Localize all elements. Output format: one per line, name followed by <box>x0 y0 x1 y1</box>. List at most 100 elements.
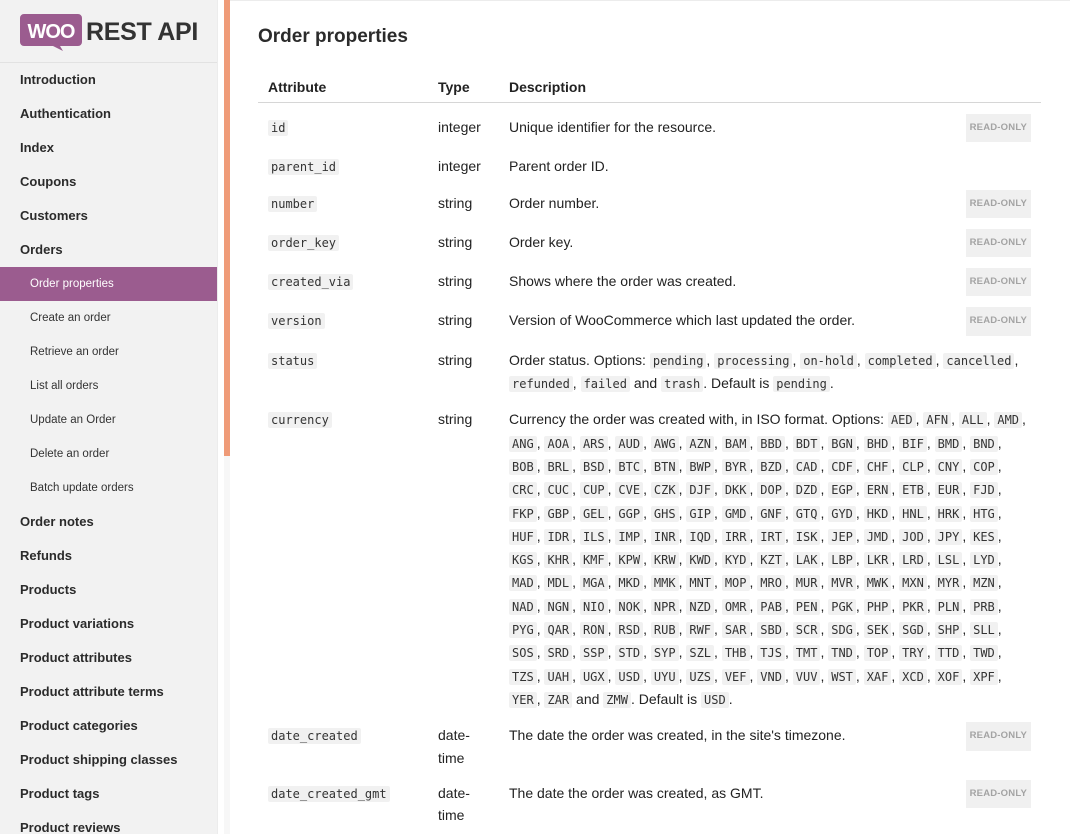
sidebar-item-update-an-order[interactable]: Update an Order <box>0 403 217 437</box>
currency-code: CLP <box>899 458 927 475</box>
currency-code: DOP <box>757 482 785 499</box>
currency-code: SBD <box>757 622 785 639</box>
type-cell: integer <box>438 158 481 175</box>
sidebar-item-order-notes[interactable]: Order notes <box>0 505 217 539</box>
currency-code: BWP <box>686 458 715 475</box>
currency-code: UAH <box>544 668 573 685</box>
sidebar-item-products[interactable]: Products <box>0 573 217 607</box>
currency-code: CVE <box>615 482 644 499</box>
read-only-badge: READ-ONLY <box>965 722 1031 751</box>
currency-code: MWK <box>863 575 892 592</box>
currency-code: SEK <box>863 622 892 639</box>
currency-code: BSD <box>579 458 608 475</box>
sidebar-item-product-reviews[interactable]: Product reviews <box>0 811 217 834</box>
page-title: Order properties <box>258 26 408 47</box>
currency-code: CUC <box>544 482 573 499</box>
currency-code: SOS <box>509 645 537 662</box>
sidebar-item-product-categories[interactable]: Product categories <box>0 709 217 743</box>
description-segment: . <box>728 690 733 707</box>
currency-code: TMT <box>792 645 821 662</box>
column-header-type: Type <box>428 71 499 103</box>
description-text: Shows where the order was created. <box>509 270 1031 292</box>
sidebar-item-customers[interactable]: Customers <box>0 199 217 233</box>
description-segment: Order number. <box>509 194 600 211</box>
currency-code: MNT <box>686 575 715 592</box>
sidebar-item-delete-an-order[interactable]: Delete an order <box>0 437 217 471</box>
currency-code: BBD <box>757 435 785 452</box>
sidebar: WOO REST API Introduction Authentication I… <box>0 0 218 834</box>
option-code: cancelled <box>943 352 1015 369</box>
description-segment: . Default is <box>703 375 774 392</box>
currency-code: DZD <box>792 482 821 499</box>
sidebar-item-introduction[interactable]: Introduction <box>0 63 217 97</box>
type-cell: string <box>438 233 473 250</box>
read-only-badge: READ-ONLY <box>965 779 1031 809</box>
sidebar-item-list-all-orders[interactable]: List all orders <box>0 369 217 403</box>
table-row: date_created_gmt date-time READ-ONLY The da… <box>258 769 1041 827</box>
currency-code: EUR <box>934 482 963 499</box>
currency-code: THB <box>721 645 750 662</box>
currency-code: FJD <box>970 482 998 499</box>
table-row: currency string Currency the order was cre… <box>258 395 1041 711</box>
sidebar-item-batch-update-orders[interactable]: Batch update orders <box>0 471 217 505</box>
description-text: Parent order ID. <box>509 155 1031 177</box>
attribute-cell: currency <box>258 395 428 711</box>
currency-code: BRL <box>544 458 573 475</box>
sidebar-item-product-tags[interactable]: Product tags <box>0 777 217 811</box>
sidebar-item-orders[interactable]: Orders <box>0 233 217 267</box>
currency-code: LBP <box>828 552 856 569</box>
sidebar-item-create-an-order[interactable]: Create an order <box>0 301 217 335</box>
description-text: Order key. <box>509 231 1031 253</box>
sidebar-item-index[interactable]: Index <box>0 131 217 165</box>
description-cell: READ-ONLY Order number. <box>499 179 1041 218</box>
sidebar-item-authentication[interactable]: Authentication <box>0 97 217 131</box>
table-row: id integer READ-ONLY Unique identifier for … <box>258 103 1041 143</box>
description-cell: READ-ONLY Order key. <box>499 218 1041 258</box>
currency-code: KMF <box>579 552 608 569</box>
sidebar-item-order-properties[interactable]: Order properties <box>0 267 217 301</box>
currency-code: PYG <box>509 622 537 639</box>
description-text: Unique identifier for the resource. <box>509 116 1031 138</box>
description-cell: READ-ONLY Shows where the order was creat… <box>499 257 1041 297</box>
currency-code: FKP <box>509 505 537 522</box>
currency-code: XCD <box>899 668 927 685</box>
sidebar-item-coupons[interactable]: Coupons <box>0 165 217 199</box>
sidebar-item-product-variations[interactable]: Product variations <box>0 607 217 641</box>
description-segment: and <box>629 375 662 392</box>
type-cell: date-time <box>438 727 470 766</box>
currency-code: SGD <box>899 622 927 639</box>
option-code: ZMW <box>603 691 631 708</box>
currency-code: CRC <box>509 482 537 499</box>
sidebar-item-retrieve-an-order[interactable]: Retrieve an order <box>0 335 217 369</box>
currency-code: KRW <box>650 552 679 569</box>
option-code: USD <box>701 691 729 708</box>
currency-code: LAK <box>792 552 821 569</box>
currency-code: ILS <box>579 528 608 545</box>
logo[interactable]: WOO REST API <box>0 0 217 63</box>
currency-code: XPF <box>970 668 998 685</box>
description-segment: . <box>829 375 834 392</box>
attribute-name: created_via <box>268 274 354 291</box>
sidebar-item-refunds[interactable]: Refunds <box>0 539 217 573</box>
currency-code: KWD <box>686 552 715 569</box>
option-code: refunded <box>509 376 573 393</box>
option-code: processing <box>714 352 793 369</box>
currency-code: UYU <box>650 668 679 685</box>
attribute-name: number <box>268 195 318 212</box>
table-row: number string READ-ONLY Order number. <box>258 179 1041 218</box>
sidebar-item-product-shipping-classes[interactable]: Product shipping classes <box>0 743 217 777</box>
type-cell: string <box>438 312 473 329</box>
currency-code: GNF <box>757 505 785 522</box>
read-only-badge: READ-ONLY <box>965 307 1031 336</box>
currency-code: PLN <box>934 598 963 615</box>
currency-code: KES <box>970 528 998 545</box>
currency-code: BAM <box>721 435 750 452</box>
currency-code: MDL <box>544 575 573 592</box>
description-segment: Order key. <box>509 233 574 250</box>
currency-code: ANG <box>509 435 537 452</box>
currency-code: RSD <box>615 622 644 639</box>
currency-code: MXN <box>899 575 927 592</box>
sidebar-item-product-attribute-terms[interactable]: Product attribute terms <box>0 675 217 709</box>
sidebar-item-product-attributes[interactable]: Product attributes <box>0 641 217 675</box>
currency-code: BGN <box>828 435 856 452</box>
